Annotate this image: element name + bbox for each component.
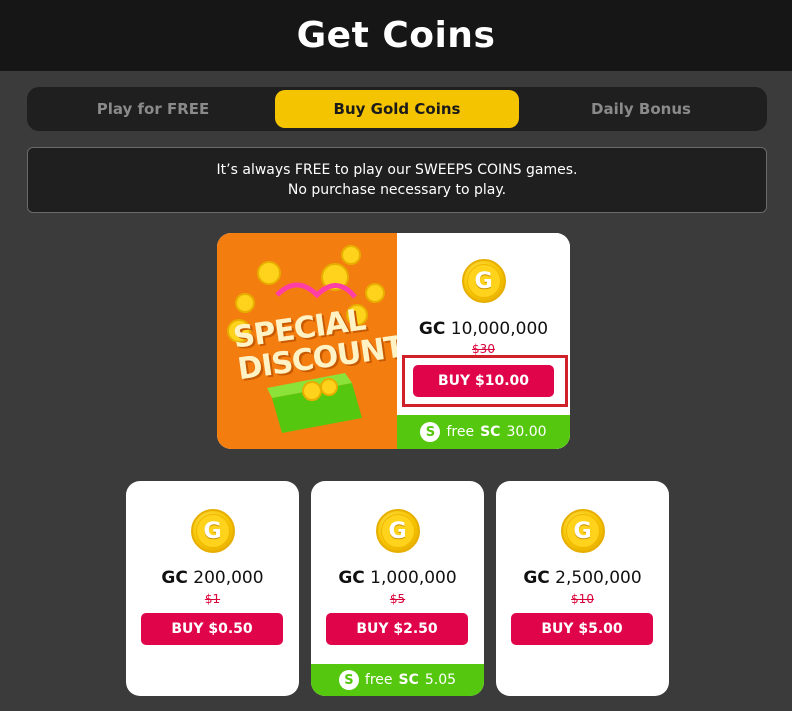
free-play-notice: It’s always FREE to play our SWEEPS COIN… — [27, 147, 767, 213]
special-discount-banner: SPECIAL DISCOUNT — [217, 233, 397, 449]
buy-package-button[interactable]: BUY $5.00 — [511, 613, 653, 645]
old-price: $30 — [472, 342, 495, 356]
page-title: Get Coins — [296, 15, 496, 56]
package-card: G GC 1,000,000 $5 BUY $2.50 S free SC 5.… — [311, 481, 484, 696]
special-offer-details: G GC 10,000,000 $30 BUY $10.00 S free SC… — [397, 233, 570, 449]
gc-amount: GC 200,000 — [161, 568, 264, 588]
free-label: free — [446, 424, 475, 440]
gc-amount: GC 1,000,000 — [338, 568, 457, 588]
sweeps-coin-icon: S — [338, 670, 359, 690]
gold-coin-icon: G — [190, 509, 235, 553]
gc-amount: GC 10,000,000 — [418, 319, 549, 339]
tab-daily-bonus[interactable]: Daily Bonus — [519, 90, 763, 128]
sc-label: SC — [480, 424, 501, 440]
notice-line-2: No purchase necessary to play. — [287, 182, 507, 198]
tab-play-for-free[interactable]: Play for FREE — [31, 90, 275, 128]
notice-line-1: It’s always FREE to play our SWEEPS COIN… — [216, 162, 578, 178]
header-bar: Get Coins — [0, 0, 792, 71]
buy-package-button[interactable]: BUY $0.50 — [141, 613, 283, 645]
package-card: G GC 200,000 $1 BUY $0.50 — [126, 481, 299, 696]
free-sc-bar: S free SC 5.05 — [311, 664, 484, 696]
gold-coin-icon: G — [461, 259, 506, 303]
special-offer-card: SPECIAL DISCOUNT G GC 10,000,000 $30 BUY… — [217, 233, 570, 449]
sc-label: SC — [398, 672, 419, 688]
free-label: free — [364, 672, 393, 688]
buy-package-button[interactable]: BUY $2.50 — [326, 613, 468, 645]
sweeps-coin-icon: S — [420, 422, 441, 442]
package-card: G GC 2,500,000 $10 BUY $5.00 — [496, 481, 669, 696]
free-sc-bar: S free SC 30.00 — [397, 415, 570, 449]
buy-button-highlight — [402, 355, 568, 407]
tab-buy-gold-coins[interactable]: Buy Gold Coins — [275, 90, 519, 128]
tab-bar: Play for FREE Buy Gold Coins Daily Bonus — [27, 87, 767, 131]
sc-amount: 5.05 — [424, 672, 457, 688]
old-price: $1 — [204, 592, 221, 606]
sc-amount: 30.00 — [506, 424, 547, 440]
gold-coin-icon: G — [375, 509, 420, 553]
gold-coin-icon: G — [560, 509, 605, 553]
old-price: $10 — [571, 592, 594, 606]
old-price: $5 — [389, 592, 406, 606]
gc-amount: GC 2,500,000 — [523, 568, 642, 588]
